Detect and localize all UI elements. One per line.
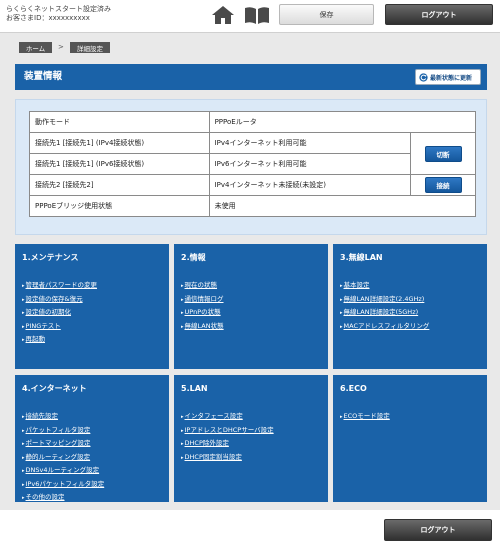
menu-card-lan: 5.LAN インタフェース設定 IPアドレスとDHCPサーバ設定 DHCP除外設… <box>174 375 328 502</box>
breadcrumb-current: 詳細設定 <box>70 42 110 53</box>
menu-link[interactable]: 接続先設定 <box>22 410 104 424</box>
menu-link[interactable]: MACアドレスフィルタリング <box>340 320 430 334</box>
card-title: 2.情報 <box>181 253 206 262</box>
refresh-button[interactable]: 最新状態に更新 <box>415 69 481 85</box>
status-text: らくらくネットスタート設定済み お客さまID：xxxxxxxxxx <box>6 5 111 23</box>
refresh-label: 最新状態に更新 <box>430 74 473 82</box>
refresh-icon <box>419 72 428 82</box>
card-title: 4.インターネット <box>22 384 87 393</box>
menu-card-wireless-lan: 3.無線LAN 基本設定 無線LAN詳細設定(2.4GHz) 無線LAN詳細設定… <box>333 244 487 369</box>
info-key: 動作モード <box>29 111 210 133</box>
main-panel: ホーム > 詳細設定 装置情報 最新状態に更新 動作モード PPPoEルータ 接… <box>0 32 500 510</box>
book-icon[interactable] <box>243 5 271 25</box>
menu-link[interactable]: 無線LAN状態 <box>181 320 224 334</box>
menu-link[interactable]: DHCP固定割当設定 <box>181 451 274 465</box>
info-value: IPv6インターネット利用可能 <box>208 153 412 175</box>
menu-list: インタフェース設定 IPアドレスとDHCPサーバ設定 DHCP除外設定 DHCP… <box>181 410 274 464</box>
table-row: PPPoEブリッジ使用状態 未使用 <box>29 195 477 217</box>
menu-link[interactable]: UPnPの状態 <box>181 306 224 320</box>
connect-button[interactable]: 接続 <box>424 177 462 193</box>
device-info-table: 動作モード PPPoEルータ 接続先1 [接続先1] (IPv4接続状態) IP… <box>29 111 477 217</box>
menu-link[interactable]: DHCP除外設定 <box>181 437 274 451</box>
breadcrumb-separator: > <box>58 43 64 51</box>
device-info-panel: 動作モード PPPoEルータ 接続先1 [接続先1] (IPv4接続状態) IP… <box>15 99 487 235</box>
table-row: 接続先1 [接続先1] (IPv6接続状態) IPv6インターネット利用可能 <box>29 153 476 175</box>
menu-list: 現在の状態 通信情報ログ UPnPの状態 無線LAN状態 <box>181 279 224 333</box>
disconnect-cell: 切断 <box>410 132 476 175</box>
card-title: 5.LAN <box>181 384 208 393</box>
menu-link[interactable]: パケットフィルタ設定 <box>22 424 104 438</box>
menu-link[interactable]: 現在の状態 <box>181 279 224 293</box>
disconnect-button[interactable]: 切断 <box>424 145 462 162</box>
info-key: PPPoEブリッジ使用状態 <box>29 195 210 217</box>
menu-card-eco: 6.ECO ECOモード設定 <box>333 375 487 502</box>
section-header: 装置情報 最新状態に更新 <box>15 64 487 90</box>
menu-link[interactable]: 管理者パスワードの変更 <box>22 279 98 293</box>
menu-list: 管理者パスワードの変更 設定値の保存&復元 設定値の初期化 PINGテスト 再起… <box>22 279 98 347</box>
breadcrumb-home[interactable]: ホーム <box>19 42 52 53</box>
menu-link[interactable]: 無線LAN詳細設定(5GHz) <box>340 306 429 320</box>
save-button[interactable]: 保存 <box>279 4 374 25</box>
info-value: 未使用 <box>208 195 477 217</box>
menu-link[interactable]: ECOモード設定 <box>340 410 390 424</box>
menu-link[interactable]: PINGテスト <box>22 320 97 334</box>
menu-list: 基本設定 無線LAN詳細設定(2.4GHz) 無線LAN詳細設定(5GHz) M… <box>340 279 430 334</box>
menu-link[interactable]: 再起動 <box>22 333 97 347</box>
menu-list: 接続先設定 パケットフィルタ設定 ポートマッピング設定 静的ルーティング設定 D… <box>22 410 105 505</box>
menu-link[interactable]: 無線LAN詳細設定(2.4GHz) <box>340 293 429 307</box>
table-row: 動作モード PPPoEルータ <box>29 111 477 133</box>
logout-button-footer[interactable]: ログアウト <box>384 519 492 541</box>
table-row: 接続先1 [接続先1] (IPv4接続状態) IPv4インターネット利用可能 切… <box>29 132 476 175</box>
card-title: 6.ECO <box>340 384 367 393</box>
card-title: 1.メンテナンス <box>22 253 79 262</box>
menu-link[interactable]: DNSv4ルーティング設定 <box>22 464 104 478</box>
menu-link[interactable]: IPアドレスとDHCPサーバ設定 <box>181 424 274 438</box>
setup-status: らくらくネットスタート設定済み <box>6 5 111 13</box>
connect-cell: 接続 <box>410 174 476 196</box>
menu-card-maintenance: 1.メンテナンス 管理者パスワードの変更 設定値の保存&復元 設定値の初期化 P… <box>15 244 169 369</box>
menu-list: ECOモード設定 <box>340 410 390 424</box>
page-footer: ログアウト <box>0 510 500 547</box>
info-key: 接続先1 [接続先1] (IPv4接続状態) <box>29 132 210 154</box>
customer-id: お客さまID：xxxxxxxxxx <box>6 14 90 22</box>
menu-link[interactable]: 静的ルーティング設定 <box>22 451 104 465</box>
table-row: 接続先2 [接続先2] IPv4インターネット未接続(未設定) 接続 <box>29 174 476 196</box>
menu-card-internet: 4.インターネット 接続先設定 パケットフィルタ設定 ポートマッピング設定 静的… <box>15 375 169 502</box>
menu-link[interactable]: 設定値の初期化 <box>22 306 97 320</box>
info-key: 接続先2 [接続先2] <box>29 174 210 196</box>
page-title: 装置情報 <box>24 71 63 82</box>
card-title: 3.無線LAN <box>340 253 383 262</box>
menu-link[interactable]: ポートマッピング設定 <box>22 437 104 451</box>
menu-link[interactable]: 設定値の保存&復元 <box>22 293 97 307</box>
info-value: IPv4インターネット未接続(未設定) <box>208 174 412 196</box>
menu-link[interactable]: IPv6パケットフィルタ設定 <box>22 478 105 492</box>
page-header: らくらくネットスタート設定済み お客さまID：xxxxxxxxxx 保存 ログア… <box>0 0 500 32</box>
menu-link[interactable]: その他の設定 <box>22 491 104 505</box>
menu-card-info: 2.情報 現在の状態 通信情報ログ UPnPの状態 無線LAN状態 <box>174 244 328 369</box>
menu-link[interactable]: インタフェース設定 <box>181 410 274 424</box>
info-value: IPv4インターネット利用可能 <box>208 132 412 154</box>
menu-link[interactable]: 基本設定 <box>340 279 429 293</box>
logout-button[interactable]: ログアウト <box>385 4 493 25</box>
home-icon[interactable] <box>211 5 235 25</box>
info-value: PPPoEルータ <box>208 111 477 133</box>
info-key: 接続先1 [接続先1] (IPv6接続状態) <box>29 153 210 175</box>
menu-link[interactable]: 通信情報ログ <box>181 293 224 307</box>
